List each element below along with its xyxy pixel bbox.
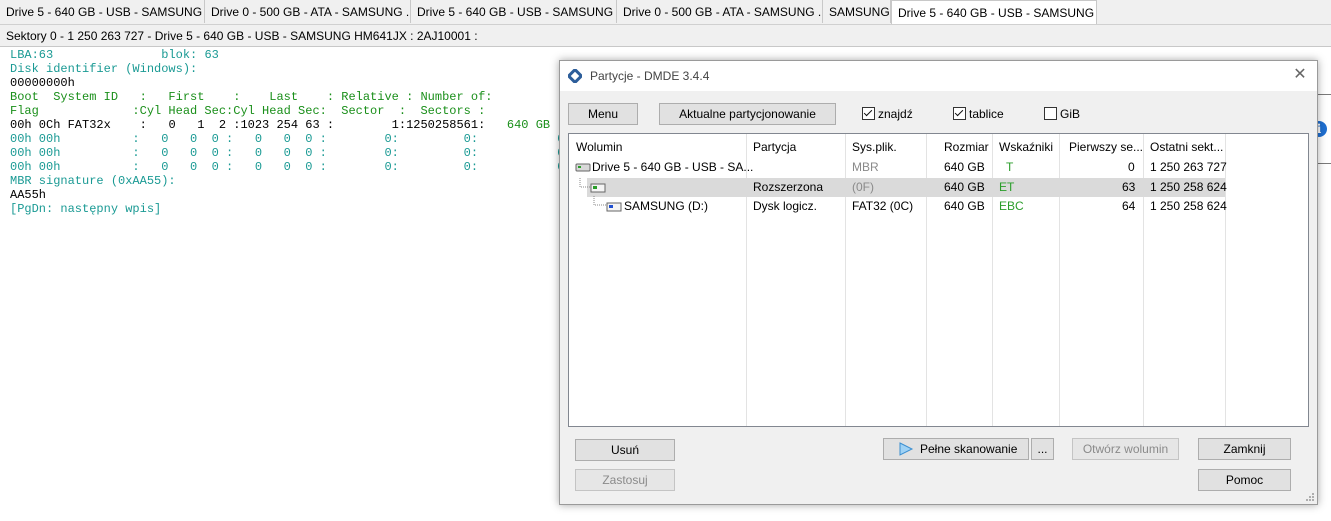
find-checkbox-box[interactable] [862,107,875,120]
mbr-signature-value: AA55h [10,188,47,202]
dialog-titlebar[interactable]: Partycje - DMDE 3.4.4 ✕ [560,61,1317,91]
blok-label: blok: 63 [161,48,219,62]
gib-checkbox-box[interactable] [1044,107,1057,120]
open-volume-button[interactable]: Otwórz wolumin [1072,438,1179,460]
tab-strip: Drive 5 - 640 GB - USB - SAMSUNG ... Dri… [0,0,1331,25]
entry-0-values: : 0 1 2 :1023 254 63 : 1:1250258561: [110,118,486,132]
hard-drive-icon [575,163,591,172]
table-header-1: Boot System ID : First : Last : Relative… [10,90,493,104]
tree-connector-icon [593,196,606,206]
tables-checkbox[interactable]: tablice [953,106,1004,122]
last-sector-cell: 1 250 258 624 [1150,199,1227,213]
last-sector-cell: 1 250 258 624 [1150,180,1227,194]
volume-cell: Drive 5 - 640 GB - USB - SA... [592,160,754,174]
disk-id-label: Disk identifier (Windows): [10,62,198,76]
table-header-2: Flag :Cyl Head Sec:Cyl Head Sec: Sector … [10,104,486,118]
filesystem-cell: FAT32 (0C) [852,199,914,213]
disk-id-value: 00000000h [10,76,75,90]
current-partitioning-button[interactable]: Aktualne partycjonowanie [659,103,836,125]
help-button[interactable]: Pomoc [1198,469,1291,491]
sectors-bar: Sektory 0 - 1 250 263 727 - Drive 5 - 64… [0,25,1331,47]
find-checkbox[interactable]: znajdź [862,106,913,122]
apply-button[interactable]: Zastosuj [575,469,675,491]
filesystem-cell: MBR [852,160,879,174]
gib-checkbox-label: GiB [1060,107,1081,121]
col-header-first-sector[interactable]: Pierwszy se... [1069,140,1143,154]
col-header-filesystem[interactable]: Sys.plik. [852,140,897,154]
tab-samsung[interactable]: SAMSUNG [823,0,891,23]
partition-icon [590,183,606,193]
scan-options-button[interactable]: ... [1031,438,1054,460]
col-header-volume[interactable]: Wolumin [576,140,622,154]
tab-drive5-2[interactable]: Drive 5 - 640 GB - USB - SAMSUNG ... [411,0,617,23]
entry-2: 00h 00h : 0 0 0 : 0 0 0 : 0: 0: 0 [10,146,565,160]
tab-drive5-active[interactable]: Drive 5 - 640 GB - USB - SAMSUNG ... [891,0,1097,24]
delete-button[interactable]: Usuń [575,439,675,461]
col-header-partition[interactable]: Partycja [753,140,796,154]
tab-drive5-1[interactable]: Drive 5 - 640 GB - USB - SAMSUNG ... [0,0,205,23]
pgdn-link[interactable]: [PgDn: następny wpis] [10,202,161,216]
col-header-flags[interactable]: Wskaźniki [999,140,1053,154]
entry-0-prefix: 00h 0Ch FAT32x [10,118,111,132]
partitions-dialog: Partycje - DMDE 3.4.4 ✕ Menu Aktualne pa… [559,60,1318,505]
filesystem-cell: (0F) [852,180,874,194]
entry-0-size: 640 GB [506,118,551,132]
gib-checkbox[interactable]: GiB [1044,106,1080,122]
dmde-logo-icon [568,69,582,83]
last-sector-cell: 1 250 263 727 [1150,160,1227,174]
full-scan-label: Pełne skanowanie [920,442,1018,456]
first-sector-cell: 64 [1122,199,1136,213]
menu-button[interactable]: Menu [568,103,638,125]
tab-drive0-2[interactable]: Drive 0 - 500 GB - ATA - SAMSUNG ... [617,0,823,23]
volume-cell: SAMSUNG (D:) [624,199,708,213]
size-cell: 640 GB [944,160,985,174]
entry-3: 00h 00h : 0 0 0 : 0 0 0 : 0: 0: 0 [10,160,565,174]
first-sector-cell: 0 [1128,160,1135,174]
partition-cell: Dysk logicz. [753,199,818,213]
col-header-last-sector[interactable]: Ostatni sekt... [1150,140,1223,154]
flags-cell: ET [999,180,1015,194]
tables-checkbox-box[interactable] [953,107,966,120]
col-header-size[interactable]: Rozmiar [944,140,989,154]
resize-grip-icon[interactable] [1305,492,1315,502]
partition-cell: Rozszerzona [753,180,824,194]
partitions-list[interactable]: Wolumin Partycja Sys.plik. Rozmiar Wskaź… [568,133,1309,427]
sector-view[interactable]: LBA:63 blok: 63 Disk identifier (Windows… [10,48,565,216]
find-checkbox-label: znajdź [878,107,913,121]
lba-label: LBA:63 [10,48,54,62]
play-icon [899,442,914,456]
logical-drive-icon [606,202,622,212]
first-sector-cell: 63 [1122,180,1136,194]
tables-checkbox-label: tablice [969,107,1004,121]
dialog-title: Partycje - DMDE 3.4.4 [590,69,710,83]
size-cell: 640 GB [944,199,985,213]
close-button[interactable]: Zamknij [1198,438,1291,460]
mbr-signature-label: MBR signature (0xAA55): [10,174,176,188]
tab-drive0-1[interactable]: Drive 0 - 500 GB - ATA - SAMSUNG ... [205,0,411,23]
entry-1: 00h 00h : 0 0 0 : 0 0 0 : 0: 0: 0 [10,132,565,146]
close-icon[interactable]: ✕ [1291,66,1309,84]
flags-cell: EBC [999,199,1024,213]
full-scan-button[interactable]: Pełne skanowanie [883,438,1029,460]
flags-cell: T [1006,160,1014,174]
size-cell: 640 GB [944,180,985,194]
